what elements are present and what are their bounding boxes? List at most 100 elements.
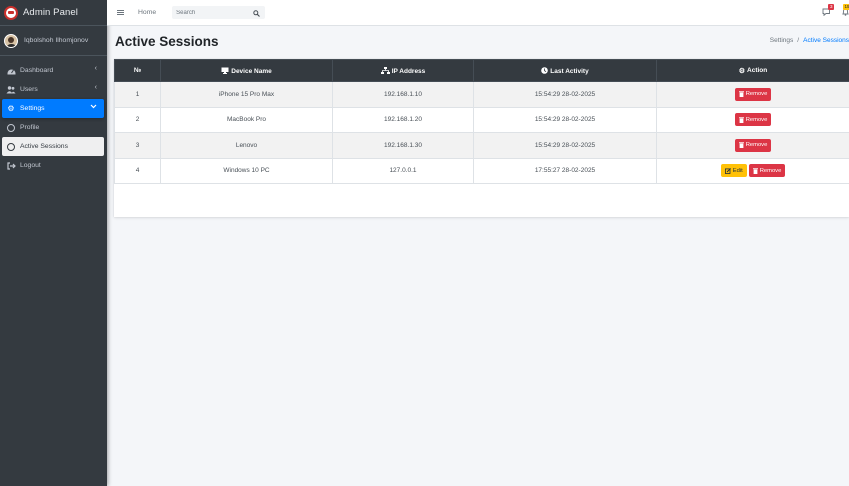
circle-icon [6, 123, 16, 133]
notifications-button[interactable]: 15 [841, 4, 849, 19]
trash-icon [752, 168, 758, 174]
search-input[interactable] [176, 9, 247, 16]
clock-icon [541, 66, 549, 74]
sidebar: Admin Panel Iqbolshoh Ilhomjonov Dashboa… [0, 0, 107, 486]
sidebar-item-label: Profile [20, 124, 40, 131]
brand-logo [4, 5, 18, 20]
cell-ip-address: 192.168.1.30 [332, 132, 474, 159]
table-row: 2 MacBook Pro 192.168.1.20 15:54:29 28-0… [114, 106, 849, 133]
sidebar-item-active-sessions[interactable]: Active Sessions [2, 137, 104, 156]
cell-ip-address: 192.168.1.20 [332, 106, 474, 133]
chevron-down-icon [90, 104, 97, 111]
brand-title: Admin Panel [23, 7, 78, 18]
cell-number: 3 [114, 132, 161, 159]
sidebar-item-settings[interactable]: ⚙ Settings [2, 99, 104, 118]
user-panel[interactable]: Iqbolshoh Ilhomjonov [0, 26, 107, 56]
main-content: Active Sessions Settings / Active Sessions… [107, 26, 849, 486]
breadcrumb-current: Active Sessions [803, 37, 849, 44]
cell-device-name: iPhone 15 Pro Max [160, 81, 333, 108]
cell-actions: Remove [656, 132, 849, 159]
avatar [4, 33, 18, 48]
gear-icon: ⚙ [7, 103, 15, 113]
topbar: Home 3 15 [107, 0, 849, 26]
page-title: Active Sessions [115, 34, 219, 49]
notifications-badge: 15 [842, 4, 849, 10]
cell-last-activity: 15:54:29 28-02-2025 [473, 106, 657, 133]
column-header-ip: IP Address [332, 59, 474, 82]
menu-toggle-icon[interactable] [117, 9, 124, 16]
remove-button[interactable]: Remove [748, 164, 786, 178]
sidebar-item-label: Settings [20, 105, 45, 112]
column-header-label: IP Address [391, 67, 426, 75]
cell-actions: Remove [656, 106, 849, 133]
topbar-icons: 3 15 [811, 4, 849, 19]
search-icon[interactable] [253, 4, 261, 22]
chevron-left-icon: ‹ [94, 84, 97, 91]
gears-icon: ⚙ [738, 67, 746, 75]
edit-icon [724, 167, 731, 174]
cell-device-name: Lenovo [160, 132, 333, 159]
edit-button-label: Edit [732, 167, 743, 174]
search-box [172, 4, 266, 22]
breadcrumb-separator: / [797, 37, 800, 44]
column-header-label: Last Activity [550, 67, 589, 75]
remove-button-label: Remove [759, 167, 782, 174]
remove-button-label: Remove [745, 142, 768, 149]
cell-last-activity: 17:55:27 28-02-2025 [473, 157, 657, 184]
cell-actions: Edit Remove [656, 157, 849, 184]
circle-icon [6, 142, 16, 152]
sidebar-item-profile[interactable]: Profile [2, 118, 104, 137]
remove-button[interactable]: Remove [734, 138, 772, 152]
dashboard-icon [6, 66, 16, 76]
table-row: 1 iPhone 15 Pro Max 192.168.1.10 15:54:2… [114, 81, 849, 108]
table-header-row: № Device Name IP Address Last Activity ⚙… [114, 59, 849, 82]
cell-number: 4 [114, 157, 161, 184]
logout-icon [6, 161, 16, 171]
messages-badge: 3 [828, 4, 834, 10]
remove-button[interactable]: Remove [734, 87, 772, 101]
cell-actions: Remove [656, 81, 849, 108]
sidebar-item-label: Logout [20, 162, 41, 169]
sessions-card: № Device Name IP Address Last Activity ⚙… [114, 59, 849, 217]
brand-link[interactable]: Admin Panel [0, 0, 107, 26]
column-header-last-activity: Last Activity [473, 59, 657, 82]
breadcrumb-settings[interactable]: Settings [770, 37, 794, 44]
remove-button-label: Remove [745, 91, 768, 98]
column-header-label: Device Name [231, 67, 272, 75]
home-link[interactable]: Home [138, 9, 156, 16]
column-header-number: № [114, 59, 161, 82]
sidebar-item-label: Active Sessions [20, 143, 68, 150]
cell-device-name: MacBook Pro [160, 106, 333, 133]
users-icon [6, 85, 16, 95]
trash-icon [738, 91, 744, 98]
table-row: 4 Windows 10 PC 127.0.0.1 17:55:27 28-02… [114, 157, 849, 184]
sidebar-item-label: Dashboard [20, 67, 54, 74]
remove-button-label: Remove [745, 116, 768, 123]
sessions-table: № Device Name IP Address Last Activity ⚙… [114, 59, 849, 184]
column-header-device: Device Name [160, 59, 333, 82]
trash-icon [738, 117, 744, 123]
column-header-action: ⚙ Action [656, 59, 849, 82]
desktop-icon [221, 67, 229, 74]
cell-number: 1 [114, 81, 161, 108]
messages-button[interactable]: 3 [820, 4, 834, 19]
network-icon [380, 66, 390, 74]
chevron-left-icon: ‹ [94, 65, 97, 72]
edit-button[interactable]: Edit [720, 164, 747, 178]
sidebar-nav: Dashboard ‹ Users ‹ ⚙ Settings Profile A… [0, 56, 107, 175]
sidebar-item-users[interactable]: Users ‹ [2, 80, 104, 99]
sidebar-item-label: Users [20, 86, 38, 93]
remove-button[interactable]: Remove [734, 113, 772, 127]
sidebar-item-dashboard[interactable]: Dashboard ‹ [2, 61, 104, 80]
column-header-label: Action [747, 66, 768, 74]
trash-icon [738, 142, 744, 149]
cell-number: 2 [114, 106, 161, 133]
cell-device-name: Windows 10 PC [160, 157, 333, 184]
cell-ip-address: 192.168.1.10 [332, 81, 474, 108]
column-header-label: № [133, 67, 142, 74]
table-row: 3 Lenovo 192.168.1.30 15:54:29 28-02-202… [114, 132, 849, 159]
user-name: Iqbolshoh Ilhomjonov [24, 37, 89, 44]
sidebar-item-logout[interactable]: Logout [2, 156, 104, 175]
cell-last-activity: 15:54:29 28-02-2025 [473, 132, 657, 159]
cell-last-activity: 15:54:29 28-02-2025 [473, 81, 657, 108]
